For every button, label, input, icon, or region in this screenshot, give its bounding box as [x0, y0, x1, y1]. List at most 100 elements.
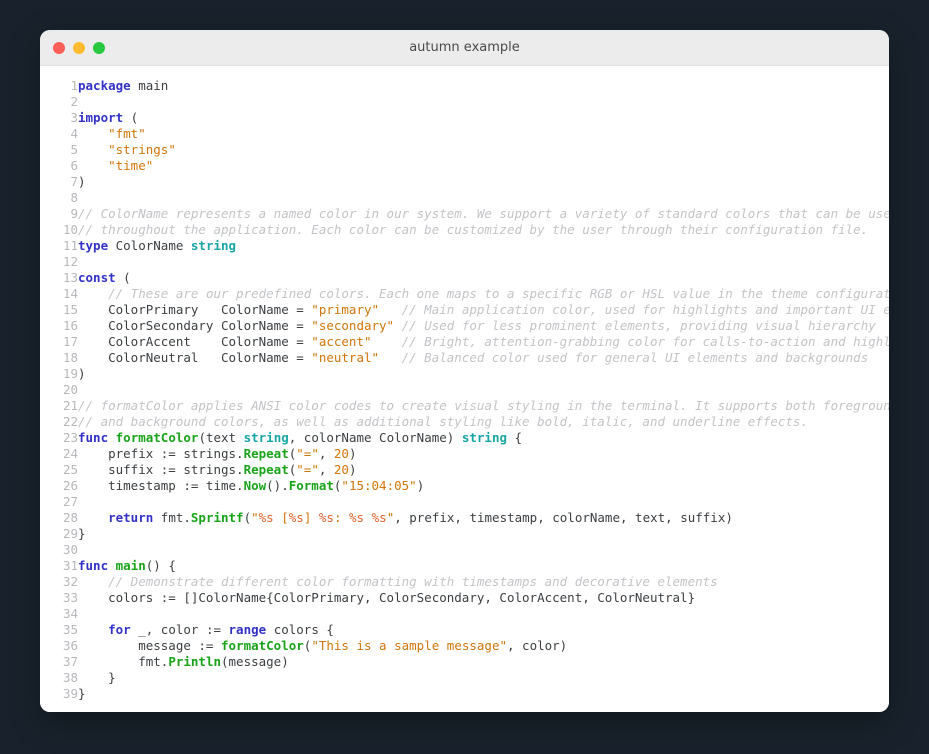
- line-source[interactable]: // ColorName represents a named color in…: [78, 206, 889, 222]
- line-number: 28: [62, 510, 78, 525]
- token-pl: (: [123, 110, 139, 125]
- line-source[interactable]: import (: [78, 110, 889, 126]
- minimize-button[interactable]: [73, 41, 85, 54]
- token-pl: _, color :=: [130, 622, 229, 637]
- line-source[interactable]: prefix := strings.Repeat("=", 20): [78, 446, 889, 462]
- token-cm: // Used for less prominent elements, pro…: [401, 318, 876, 333]
- token-kw: func: [78, 430, 109, 445]
- line-source[interactable]: ColorPrimary ColorName = "primary" // Ma…: [78, 302, 889, 318]
- token-pl: , colorName ColorName): [288, 430, 462, 445]
- line-source[interactable]: "strings": [78, 142, 889, 158]
- line-number: 35: [62, 622, 78, 637]
- token-cm: // Bright, attention-grabbing color for …: [401, 334, 889, 349]
- token-pl: ): [348, 446, 357, 461]
- line-source[interactable]: [78, 542, 889, 558]
- line-source[interactable]: suffix := strings.Repeat("=", 20): [78, 462, 889, 478]
- token-verb: %s: [318, 510, 334, 525]
- code-line: 39}: [40, 686, 889, 702]
- line-number: 11: [62, 238, 78, 253]
- line-source[interactable]: [78, 94, 889, 110]
- line-source[interactable]: // and background colors, as well as add…: [78, 414, 889, 430]
- line-source[interactable]: timestamp := time.Now().Format("15:04:05…: [78, 478, 889, 494]
- code-line: 29}: [40, 526, 889, 542]
- line-source[interactable]: // throughout the application. Each colo…: [78, 222, 889, 238]
- code-line: 37 fmt.Println(message): [40, 654, 889, 670]
- line-source[interactable]: // formatColor applies ANSI color codes …: [78, 398, 889, 414]
- line-number: 21: [62, 398, 78, 413]
- line-source[interactable]: const (: [78, 270, 889, 286]
- code-line: 4 "fmt": [40, 126, 889, 142]
- token-pl: () {: [145, 558, 176, 573]
- line-source[interactable]: // Demonstrate different color formattin…: [78, 574, 889, 590]
- close-button[interactable]: [53, 41, 65, 54]
- token-fn: Repeat: [243, 462, 289, 477]
- line-source[interactable]: ): [78, 366, 889, 382]
- token-fn: Format: [288, 478, 334, 493]
- token-str: [: [273, 510, 289, 525]
- line-source[interactable]: fmt.Println(message): [78, 654, 889, 670]
- code-line: 21// formatColor applies ANSI color code…: [40, 398, 889, 414]
- token-kw: range: [228, 622, 267, 637]
- token-verb: %s: [371, 510, 387, 525]
- line-source[interactable]: // These are our predefined colors. Each…: [78, 286, 889, 302]
- token-str: "neutral": [311, 350, 380, 365]
- line-source[interactable]: for _, color := range colors {: [78, 622, 889, 638]
- line-number: 22: [62, 414, 78, 429]
- line-source[interactable]: [78, 494, 889, 510]
- token-str: ": [251, 510, 259, 525]
- line-source[interactable]: }: [78, 686, 889, 702]
- token-pl: }: [78, 670, 116, 685]
- token-kw: func: [78, 558, 109, 573]
- code-line: 18 ColorNeutral ColorName = "neutral" //…: [40, 350, 889, 366]
- token-pl: ,: [318, 462, 334, 477]
- line-source[interactable]: }: [78, 526, 889, 542]
- line-source[interactable]: return fmt.Sprintf("%s [%s] %s: %s %s", …: [78, 510, 889, 526]
- line-source[interactable]: type ColorName string: [78, 238, 889, 254]
- code-line: 13 const (: [40, 270, 889, 286]
- line-source[interactable]: func main() {: [78, 558, 889, 574]
- token-pl: colors := []ColorName{ColorPrimary, Colo…: [78, 590, 696, 605]
- code-editor[interactable]: 1 package main 2 3 import (4 "fmt" 5 "string…: [40, 66, 889, 712]
- token-str: "This is a sample message": [311, 638, 507, 653]
- token-num: 20: [333, 446, 349, 461]
- token-cm: // Balanced color used for general UI el…: [401, 350, 869, 365]
- token-pl: ColorPrimary ColorName =: [78, 302, 312, 317]
- line-source[interactable]: message := formatColor("This is a sample…: [78, 638, 889, 654]
- line-number: 1: [70, 78, 78, 93]
- line-source[interactable]: ColorNeutral ColorName = "neutral" // Ba…: [78, 350, 889, 366]
- maximize-button[interactable]: [93, 41, 105, 54]
- code-line: 17 ColorAccent ColorName = "accent" // B…: [40, 334, 889, 350]
- line-source[interactable]: "fmt": [78, 126, 889, 142]
- line-number: 14: [62, 286, 78, 301]
- line-source[interactable]: func formatColor(text string, colorName …: [78, 430, 889, 446]
- token-pl: ().: [266, 478, 289, 493]
- line-source[interactable]: colors := []ColorName{ColorPrimary, Colo…: [78, 590, 889, 606]
- code-line: 36 message := formatColor("This is a sam…: [40, 638, 889, 654]
- line-source[interactable]: [78, 606, 889, 622]
- token-pl: main: [130, 78, 169, 93]
- line-source[interactable]: "time": [78, 158, 889, 174]
- line-source[interactable]: package main: [78, 78, 889, 94]
- token-pl: ColorAccent ColorName =: [78, 334, 312, 349]
- token-typ: string: [190, 238, 237, 253]
- token-str: "primary": [311, 302, 380, 317]
- line-source[interactable]: }: [78, 670, 889, 686]
- line-number: 13: [62, 270, 78, 285]
- token-pl: (: [115, 270, 131, 285]
- line-source[interactable]: ColorSecondary ColorName = "secondary" /…: [78, 318, 889, 334]
- line-source[interactable]: [78, 382, 889, 398]
- line-source[interactable]: ): [78, 174, 889, 190]
- line-source[interactable]: [78, 254, 889, 270]
- code-line: 38 }: [40, 670, 889, 686]
- line-number: 36: [62, 638, 78, 653]
- token-kw: for: [108, 622, 131, 637]
- code-line: 14 // These are our predefined colors. E…: [40, 286, 889, 302]
- code-line: 10// throughout the application. Each co…: [40, 222, 889, 238]
- line-source[interactable]: [78, 190, 889, 206]
- code-line: 6 "time": [40, 158, 889, 174]
- token-pl: {: [507, 430, 523, 445]
- line-source[interactable]: ColorAccent ColorName = "accent" // Brig…: [78, 334, 889, 350]
- code-table: 1 package main 2 3 import (4 "fmt" 5 "string…: [40, 78, 889, 702]
